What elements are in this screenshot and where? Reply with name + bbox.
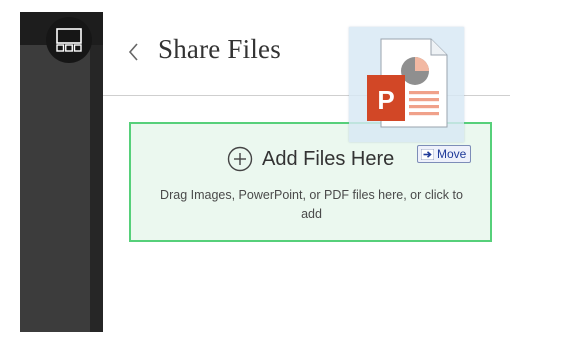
powerpoint-file-icon: P [367, 38, 448, 128]
dragged-file[interactable]: P [349, 27, 464, 142]
sidebar-edge [90, 45, 103, 332]
drop-hint-text: Drag Images, PowerPoint, or PDF files he… [160, 188, 463, 221]
add-files-button[interactable]: Add Files Here [227, 146, 394, 172]
share-files-screen: Share Files Add Files Here Move Drag Ima… [0, 0, 570, 337]
layout-grid-icon [56, 28, 82, 52]
page-title: Share Files [158, 34, 281, 64]
move-label: Move [437, 147, 467, 161]
move-cursor-badge: Move [417, 145, 472, 163]
back-button[interactable] [124, 38, 144, 66]
move-arrow-icon [421, 148, 434, 160]
chevron-left-icon [128, 43, 138, 61]
powerpoint-badge-letter: P [377, 85, 394, 115]
layout-toggle-button[interactable] [46, 17, 92, 63]
add-files-label: Add Files Here [262, 147, 395, 170]
plus-circle-icon [227, 146, 253, 172]
